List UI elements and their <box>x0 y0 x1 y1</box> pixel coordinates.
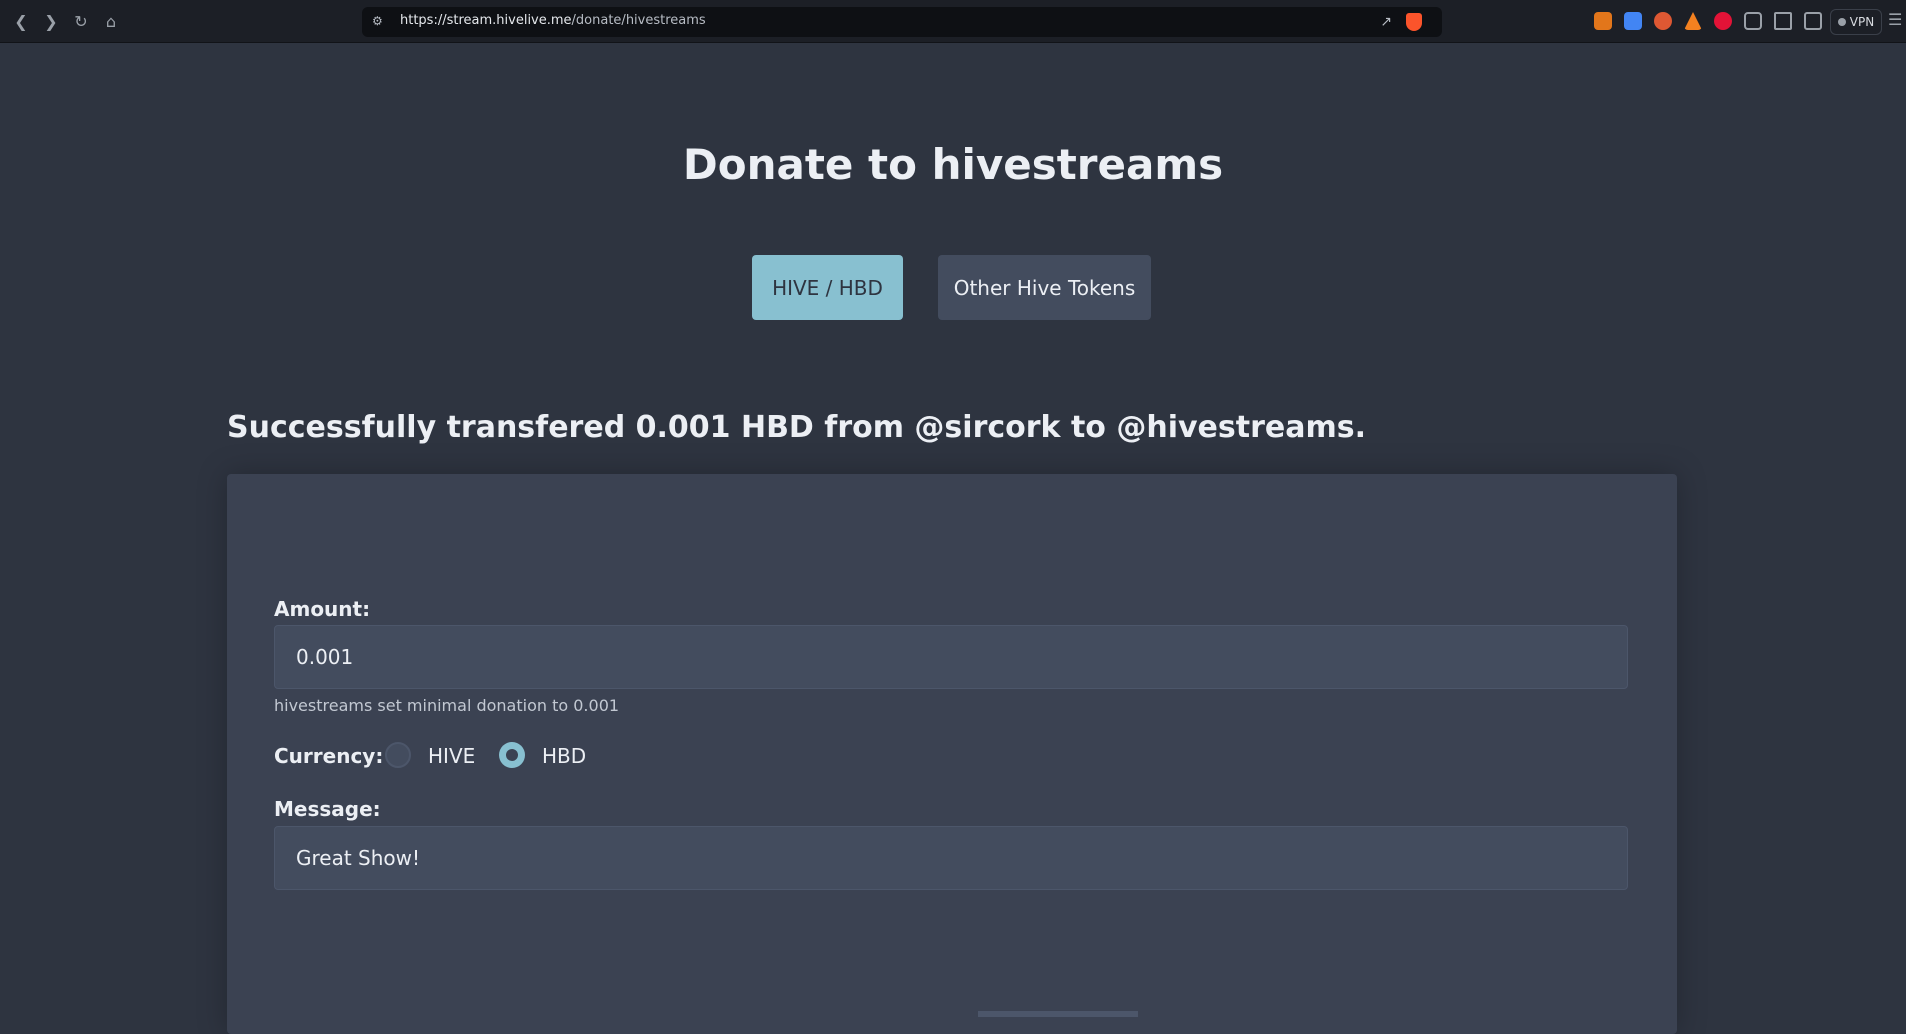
back-icon[interactable]: ❮ <box>10 10 32 32</box>
vpn-button[interactable]: VPN <box>1830 9 1882 35</box>
share-icon[interactable]: ↗ <box>1380 14 1392 30</box>
success-message: Successfully transfered 0.001 HBD from @… <box>227 410 1366 445</box>
minimum-donation-note: hivestreams set minimal donation to 0.00… <box>274 696 620 715</box>
currency-option-hbd-label[interactable]: HBD <box>542 744 586 768</box>
reload-icon[interactable]: ↻ <box>70 10 92 32</box>
forward-icon[interactable]: ❯ <box>40 10 62 32</box>
url-path: /donate/hivestreams <box>571 13 706 28</box>
url-host: https://stream.hivelive.me <box>400 13 572 28</box>
vlc-extension-icon[interactable] <box>1684 12 1702 30</box>
message-input[interactable] <box>274 826 1628 890</box>
menu-icon[interactable]: ☰ <box>1888 10 1902 29</box>
wallet-icon[interactable] <box>1804 12 1822 30</box>
tab-other-hive-tokens[interactable]: Other Hive Tokens <box>938 255 1151 320</box>
metamask-extension-icon[interactable] <box>1594 12 1612 30</box>
sidebar-icon[interactable] <box>1774 12 1792 30</box>
page-title: Donate to hivestreams <box>682 140 1224 189</box>
currency-option-hive-label[interactable]: HIVE <box>428 744 475 768</box>
amount-input[interactable] <box>274 625 1628 689</box>
extensions-puzzle-icon[interactable] <box>1744 12 1762 30</box>
donation-form-card: Amount: hivestreams set minimal donation… <box>227 474 1677 1034</box>
hive-keychain-extension-icon[interactable] <box>1714 12 1732 30</box>
browser-toolbar: ❮ ❯ ↻ ⌂ ⚙ https://stream.hivelive.me/don… <box>0 0 1906 43</box>
message-label: Message: <box>274 797 381 821</box>
duckduckgo-extension-icon[interactable] <box>1654 12 1672 30</box>
vpn-label: VPN <box>1849 15 1875 29</box>
url-text[interactable]: https://stream.hivelive.me/donate/hivest… <box>400 13 706 28</box>
amount-label: Amount: <box>274 597 371 621</box>
currency-radio-hive[interactable] <box>385 742 411 768</box>
translate-extension-icon[interactable] <box>1624 12 1642 30</box>
site-info-icon[interactable]: ⚙ <box>372 14 388 30</box>
address-bar[interactable]: ⚙ https://stream.hivelive.me/donate/hive… <box>362 7 1442 37</box>
currency-radio-hbd[interactable] <box>499 742 525 768</box>
home-icon[interactable]: ⌂ <box>100 10 122 32</box>
brave-shields-icon[interactable] <box>1406 13 1422 31</box>
vpn-status-icon <box>1837 18 1846 26</box>
currency-label: Currency: <box>274 744 384 768</box>
horizontal-scrollbar[interactable] <box>978 1011 1138 1017</box>
tab-hive-hbd[interactable]: HIVE / HBD <box>752 255 903 320</box>
